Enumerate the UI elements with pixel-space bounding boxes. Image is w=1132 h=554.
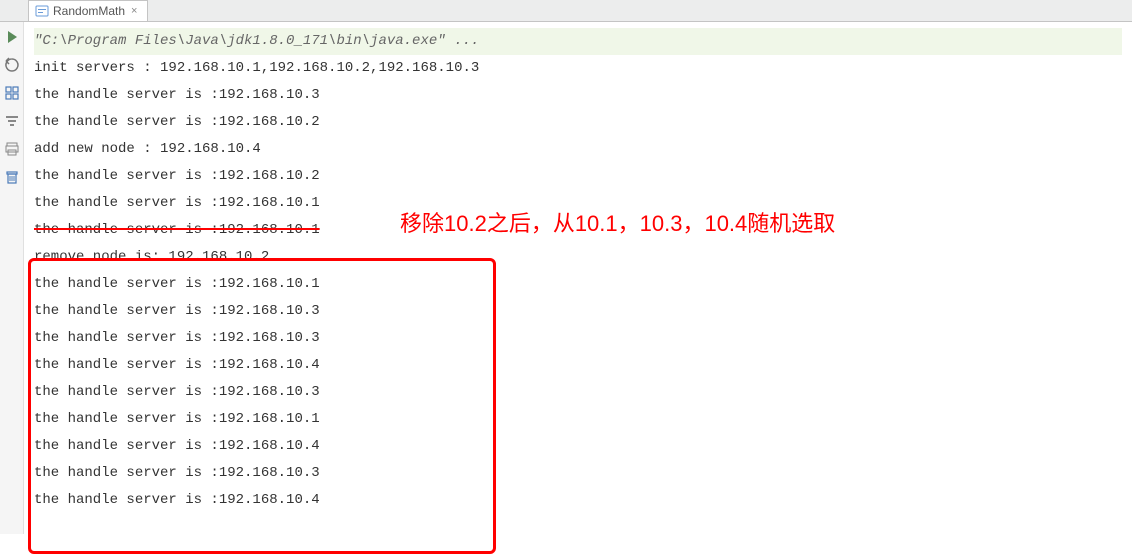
console-line: the handle server is :192.168.10.3 (34, 82, 1122, 109)
run-config-icon (35, 4, 49, 18)
console-line: the handle server is :192.168.10.3 (34, 460, 1122, 487)
layout-icon[interactable] (3, 84, 21, 102)
console-line: the handle server is :192.168.10.3 (34, 298, 1122, 325)
console-line: init servers : 192.168.10.1,192.168.10.2… (34, 55, 1122, 82)
console-line: the handle server is :192.168.10.4 (34, 487, 1122, 514)
filter-icon[interactable] (3, 112, 21, 130)
trash-icon[interactable] (3, 168, 21, 186)
console-line: add new node : 192.168.10.4 (34, 136, 1122, 163)
close-icon[interactable]: × (129, 5, 139, 17)
console-line: the handle server is :192.168.10.3 (34, 325, 1122, 352)
stop-icon[interactable] (3, 56, 21, 74)
tab-label: RandomMath (53, 4, 125, 18)
console-line: the handle server is :192.168.10.3 (34, 379, 1122, 406)
console-line: remove node is: 192.168.10.2 (34, 244, 1122, 271)
annotation-text: 移除10.2之后，从10.1，10.3，10.4随机选取 (400, 210, 835, 237)
rerun-icon[interactable] (3, 28, 21, 46)
main-area: "C:\Program Files\Java\jdk1.8.0_171\bin\… (0, 22, 1132, 534)
console-line: the handle server is :192.168.10.1 (34, 271, 1122, 298)
print-icon[interactable] (3, 140, 21, 158)
console-line: the handle server is :192.168.10.2 (34, 109, 1122, 136)
tab-random-math[interactable]: RandomMath × (28, 0, 148, 21)
command-line: "C:\Program Files\Java\jdk1.8.0_171\bin\… (34, 28, 1122, 55)
console-output[interactable]: "C:\Program Files\Java\jdk1.8.0_171\bin\… (24, 22, 1132, 534)
console-line: the handle server is :192.168.10.4 (34, 433, 1122, 460)
gutter (0, 22, 24, 534)
console-line: the handle server is :192.168.10.4 (34, 352, 1122, 379)
console-line: the handle server is :192.168.10.2 (34, 163, 1122, 190)
tab-bar: RandomMath × (0, 0, 1132, 22)
console-line: the handle server is :192.168.10.1 (34, 406, 1122, 433)
